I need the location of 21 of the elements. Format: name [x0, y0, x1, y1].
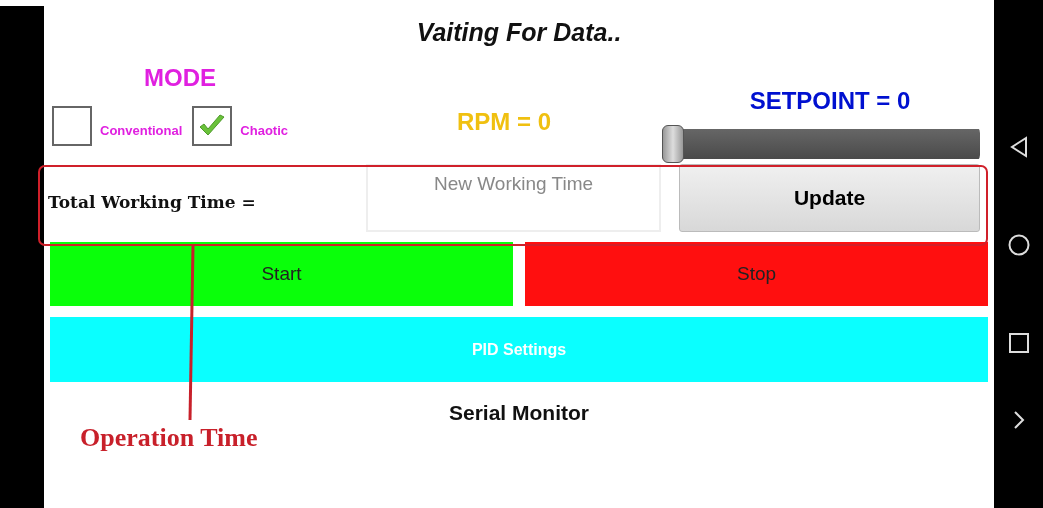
chevron-right-icon[interactable] [1012, 409, 1025, 430]
working-time-label: Total Working Time = [48, 192, 257, 212]
rpm-readout: RPM = 0 [457, 108, 551, 135]
slider-thumb[interactable] [662, 125, 684, 163]
start-button[interactable]: Start [50, 242, 513, 306]
serial-monitor-label: Serial Monitor [449, 401, 589, 424]
status-title: Vaiting For Data.. [416, 18, 622, 46]
checkbox-label: Conventional [100, 122, 183, 138]
setpoint-readout: SETPOINT = 0 [749, 87, 911, 114]
working-time-field[interactable]: New Working Time [366, 164, 661, 232]
home-icon[interactable] [1007, 234, 1030, 257]
recents-icon[interactable] [1008, 332, 1029, 353]
update-button[interactable]: Update [679, 164, 980, 232]
annotation-label: Operation Time [80, 423, 258, 453]
mode-label: MODE [144, 64, 216, 92]
checkbox[interactable] [192, 106, 233, 146]
checkbox-label: Chaotic [240, 122, 288, 138]
back-icon[interactable] [1008, 136, 1029, 158]
stop-button[interactable]: Stop [525, 242, 988, 306]
setpoint-slider[interactable] [662, 125, 980, 163]
checkbox[interactable] [52, 106, 92, 146]
